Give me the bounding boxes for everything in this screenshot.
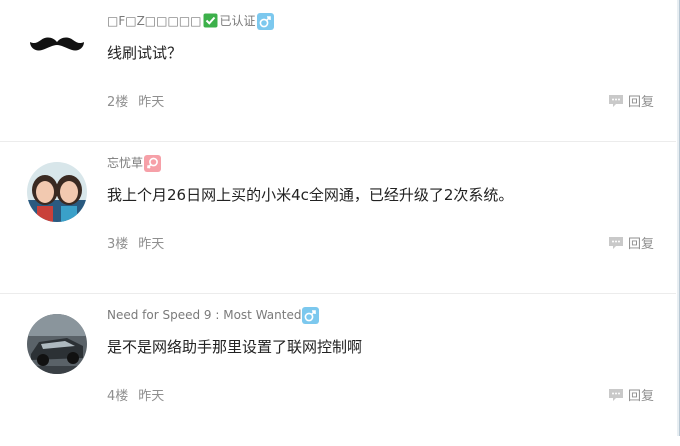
comment-item: □F□Z□□□□□ 已认证 线刷试试？ 2楼 昨天 回复 <box>0 0 676 152</box>
reply-icon <box>608 388 623 401</box>
reply-label[interactable]: 回复 <box>628 233 654 252</box>
username-text[interactable]: Need for Speed 9 : Most Wanted <box>107 305 301 325</box>
comment-time: 昨天 <box>138 95 165 110</box>
floor-number: 2楼 <box>107 95 129 110</box>
male-icon <box>256 12 274 30</box>
floor-number: 3楼 <box>107 237 129 252</box>
username[interactable]: Need for Speed 9 : Most Wanted <box>107 305 320 325</box>
comment-text: 我上个月26日网上买的小米4c全网通，已经升级了2次系统。 <box>107 186 514 204</box>
comment-meta: 2楼 昨天 <box>107 91 164 110</box>
photo-avatar[interactable] <box>27 162 87 222</box>
verified-label: 已认证 <box>219 14 256 28</box>
comment-meta: 4楼 昨天 <box>107 385 164 404</box>
comment-text: 线刷试试？ <box>107 44 183 62</box>
floor-number: 4楼 <box>107 389 129 404</box>
car-avatar[interactable] <box>27 314 87 374</box>
comment-text: 是不是网络助手那里设置了联网控制啊 <box>107 338 363 356</box>
mustache-avatar[interactable] <box>27 20 87 80</box>
reply-icon <box>608 94 623 107</box>
male-icon <box>302 306 320 324</box>
reply-button[interactable]: 回复 <box>608 385 654 404</box>
reply-button[interactable]: 回复 <box>608 233 654 252</box>
username-text[interactable]: 忘忧草 <box>107 153 143 173</box>
comment-time: 昨天 <box>138 237 165 252</box>
comment-meta: 3楼 昨天 <box>107 233 164 252</box>
username-text[interactable]: □F□Z□□□□□ <box>107 11 202 31</box>
comment-item: 忘忧草 我上个月26日网上买的小米4c全网通，已经升级了2次系统。 3楼 昨天 回… <box>0 141 676 294</box>
reply-icon <box>608 236 623 249</box>
verified-check-icon <box>203 13 220 30</box>
username[interactable]: □F□Z□□□□□ 已认证 <box>107 11 274 31</box>
comment-time: 昨天 <box>138 389 165 404</box>
reply-label[interactable]: 回复 <box>628 385 654 404</box>
username[interactable]: 忘忧草 <box>107 153 162 173</box>
female-icon <box>144 154 162 172</box>
reply-button[interactable]: 回复 <box>608 91 654 110</box>
comment-item: Need for Speed 9 : Most Wanted 是不是网络助手那里… <box>0 293 676 446</box>
reply-label[interactable]: 回复 <box>628 91 654 110</box>
